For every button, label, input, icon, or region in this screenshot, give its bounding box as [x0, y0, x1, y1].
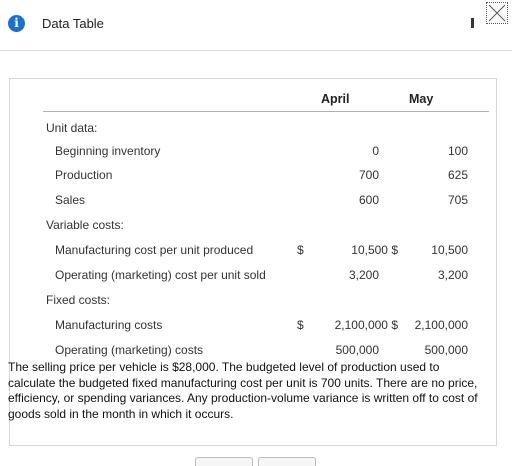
table-row: Manufacturing cost per unit produced $ 1…	[10, 237, 496, 262]
may-value: 100	[447, 144, 468, 158]
info-icon: i	[8, 15, 25, 32]
row-label: Operating (marketing) costs	[55, 343, 204, 357]
currency-symbol: $	[297, 243, 304, 257]
window-title: Data Table	[42, 16, 104, 31]
section-label: Unit data:	[46, 121, 98, 135]
april-value: 500,000	[335, 343, 379, 357]
section-label: Fixed costs:	[46, 293, 111, 307]
close-button[interactable]	[486, 2, 508, 24]
header-divider	[43, 111, 489, 112]
row-label: Operating (marketing) cost per unit sold	[55, 268, 266, 282]
minimize-icon	[471, 18, 474, 28]
table-row: Manufacturing costs $ 2,100,000 $ 2,100,…	[10, 312, 496, 337]
currency-symbol: $	[297, 318, 304, 332]
column-header-may: May	[409, 92, 434, 106]
problem-note: The selling price per vehicle is $28,000…	[8, 360, 478, 421]
may-value: 3,200	[437, 268, 468, 282]
april-value: 10,500 $	[351, 243, 398, 257]
table-row: Sales 600 705	[10, 187, 496, 212]
may-value: 625	[447, 168, 468, 182]
section-label: Variable costs:	[46, 218, 124, 232]
section-fixed-costs: Fixed costs:	[10, 287, 496, 312]
may-value: 500,000	[424, 343, 468, 357]
may-value: 705	[447, 193, 468, 207]
may-value: 10,500	[431, 243, 468, 257]
table-row: Operating (marketing) cost per unit sold…	[10, 262, 496, 287]
row-label: Beginning inventory	[55, 144, 161, 158]
april-value: 3,200	[348, 268, 379, 282]
april-value: 700	[358, 168, 379, 182]
close-icon	[488, 4, 506, 22]
april-value: 0	[372, 144, 379, 158]
section-variable-costs: Variable costs:	[10, 212, 496, 237]
row-label: Production	[55, 168, 113, 182]
table-row: Production 700 625	[10, 162, 496, 187]
minimize-button[interactable]	[467, 12, 477, 28]
row-label: Manufacturing costs	[55, 318, 163, 332]
table-row: Beginning inventory 0 100	[10, 138, 496, 163]
april-value: 600	[358, 193, 379, 207]
row-label: Manufacturing cost per unit produced	[55, 243, 254, 257]
title-bar: i Data Table	[0, 0, 512, 51]
may-value: 2,100,000	[414, 318, 468, 332]
section-unit-data: Unit data:	[10, 115, 496, 140]
row-label: Sales	[55, 193, 86, 207]
table-row: Operating (marketing) costs 500,000 500,…	[10, 337, 496, 362]
column-header-april: April	[321, 92, 350, 106]
april-value: 2,100,000 $	[334, 318, 398, 332]
